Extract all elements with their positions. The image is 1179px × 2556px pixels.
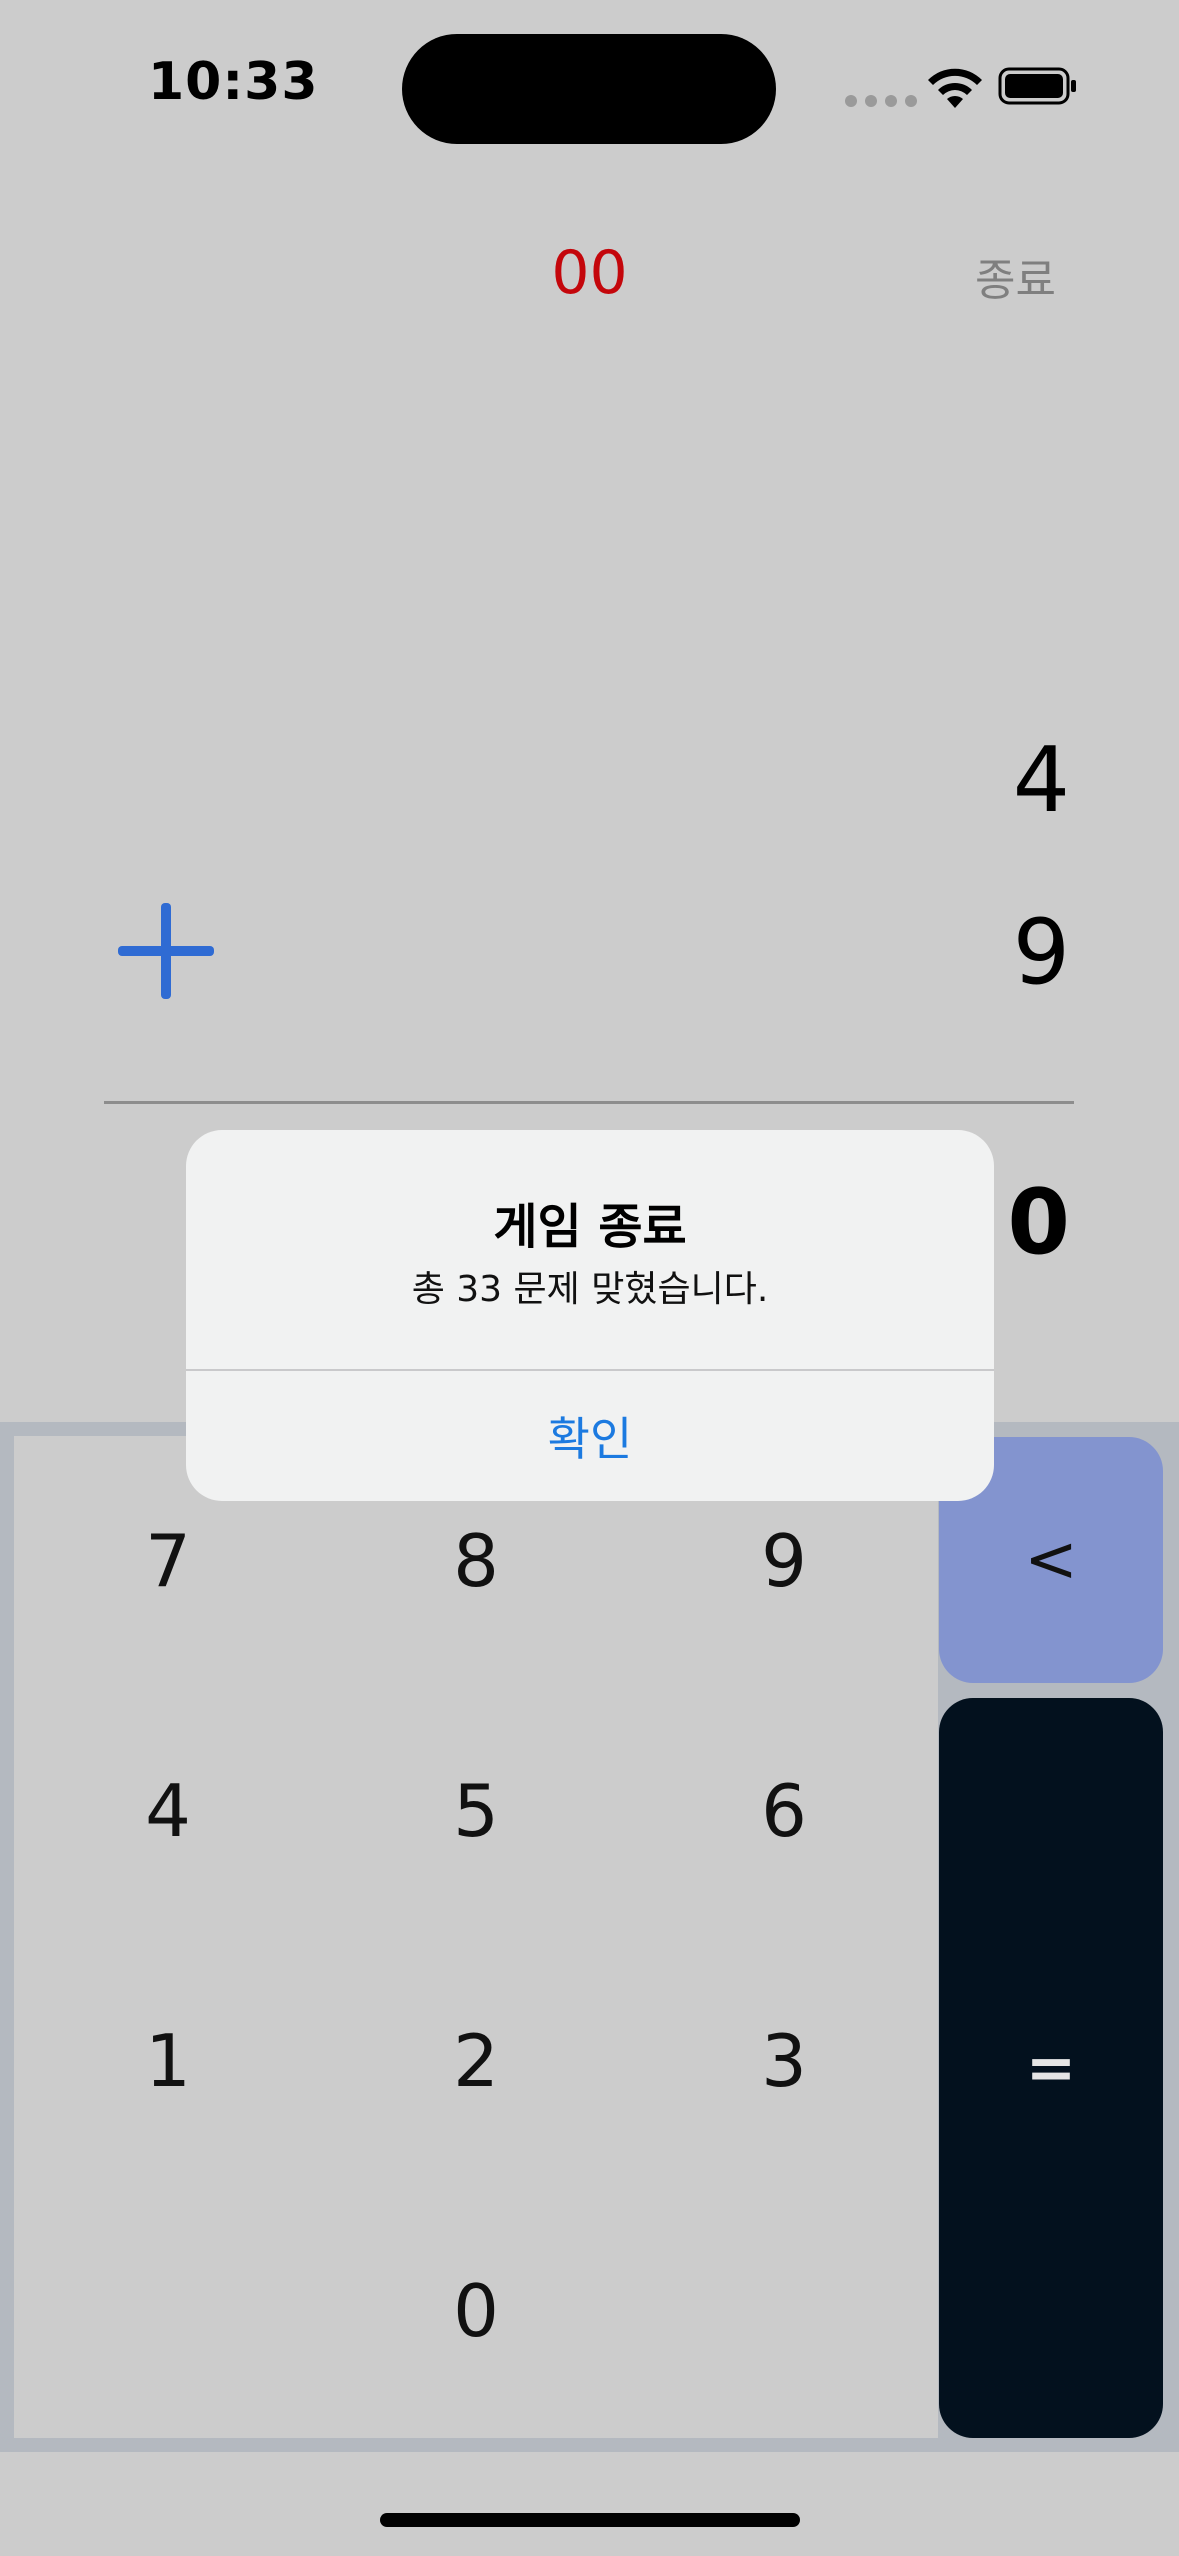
operand-1: 4: [1012, 728, 1070, 833]
number-pad: 7 8 9 4 5 6 1 2 3 0: [14, 1436, 938, 2438]
key-4[interactable]: 4: [14, 1686, 322, 1936]
key-2[interactable]: 2: [322, 1936, 630, 2186]
alert-title: 게임 종료: [493, 1199, 687, 1255]
confirm-button[interactable]: 확인: [186, 1371, 994, 1501]
dynamic-island: [402, 34, 776, 144]
home-indicator[interactable]: [380, 2513, 800, 2527]
end-button[interactable]: 종료: [975, 244, 1056, 308]
key-5[interactable]: 5: [322, 1686, 630, 1936]
key-1[interactable]: 1: [14, 1936, 322, 2186]
alert-message: 총 33 문제 맞혔습니다.: [411, 1269, 769, 1310]
equals-button[interactable]: =: [939, 1698, 1163, 2438]
answer-display: 0: [1007, 1170, 1070, 1275]
plus-icon: [118, 903, 214, 999]
equation-divider: [104, 1101, 1074, 1104]
battery-icon: [998, 67, 1076, 105]
key-6[interactable]: 6: [630, 1686, 938, 1936]
operand-2: 9: [1012, 900, 1070, 1005]
wifi-icon: [928, 68, 982, 108]
status-time: 10:33: [148, 52, 319, 112]
key-0[interactable]: 0: [322, 2186, 630, 2436]
key-3[interactable]: 3: [630, 1936, 938, 2186]
cellular-signal-icon: [845, 95, 917, 107]
game-over-alert: 게임 종료 총 33 문제 맞혔습니다. 확인: [186, 1130, 994, 1501]
